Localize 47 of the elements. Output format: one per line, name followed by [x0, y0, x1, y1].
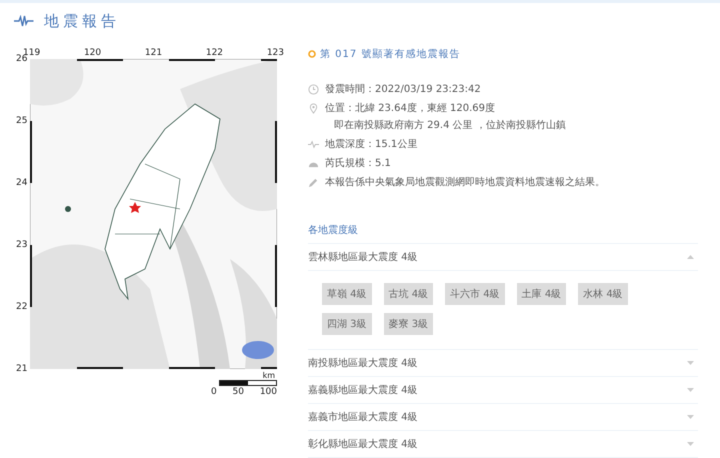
longitude-label: 120: [84, 47, 102, 59]
report-title: 第 017 號顯著有感地震報告: [320, 48, 460, 61]
region-row[interactable]: 彰化縣地區最大震度 4級: [308, 431, 698, 458]
latitude-label: 21: [16, 363, 28, 375]
info-text: 地震深度：15.1公里: [325, 138, 418, 151]
caret-icon: [687, 255, 694, 259]
longitude-label: 122: [206, 47, 224, 59]
caret-icon: [687, 442, 694, 446]
station-tag: 土庫 4級: [516, 283, 566, 305]
station-tag: 斗六市 4級: [445, 283, 505, 305]
station-tag: 水林 4級: [578, 283, 628, 305]
station-tag: 草嶺 4級: [322, 283, 372, 305]
caret-icon: [687, 415, 694, 419]
latitude-label: 22: [16, 301, 28, 313]
station-tag: 古坑 4級: [384, 283, 434, 305]
region-row[interactable]: 嘉義市地區最大震度 4級: [308, 404, 698, 431]
wave-icon: [308, 139, 319, 150]
section-title: 各地震度級: [308, 219, 698, 244]
scale-label: 50: [232, 386, 244, 398]
latitude-label: 24: [16, 177, 28, 189]
clock-icon: [308, 84, 319, 95]
scale-unit: km: [262, 371, 275, 380]
info-text: 發震時間：2022/03/19 23:23:42: [325, 83, 481, 96]
scale-bar: [219, 380, 277, 386]
ring-icon: [308, 50, 316, 58]
info-text: 芮氏規模：5.1: [325, 157, 391, 170]
scale-label: 100: [260, 386, 277, 398]
info-text: 即在南投縣政府南方 29.4 公里 ，位於南投縣竹山鎮: [333, 119, 567, 132]
pencil-icon: [308, 177, 319, 188]
longitude-label: 123: [266, 47, 284, 59]
caret-icon: [687, 361, 694, 365]
station-tag: 四湖 3級: [322, 313, 372, 335]
seismograph-icon: [14, 15, 34, 27]
station-tag: 麥寮 3級: [384, 313, 434, 335]
latitude-label: 23: [16, 239, 28, 251]
page-title: 地震報告: [44, 12, 120, 30]
region-row[interactable]: 雲林縣地區最大震度 4級: [308, 244, 698, 271]
latitude-label: 26: [16, 54, 28, 65]
region-row[interactable]: 南投縣地區最大震度 4級: [308, 350, 698, 377]
caret-icon: [687, 388, 694, 392]
longitude-label: 121: [144, 47, 162, 59]
latitude-label: 25: [16, 115, 28, 127]
scale-label: 0: [211, 386, 217, 398]
pin-icon: [308, 103, 319, 114]
info-text: 本報告係中央氣象局地震觀測網即時地震資料地震速報之結果。: [325, 176, 605, 189]
region-row[interactable]: 嘉義縣地區最大震度 4級: [308, 377, 698, 404]
info-text: 位置：北緯 23.64度，東經 120.69度: [325, 102, 495, 115]
